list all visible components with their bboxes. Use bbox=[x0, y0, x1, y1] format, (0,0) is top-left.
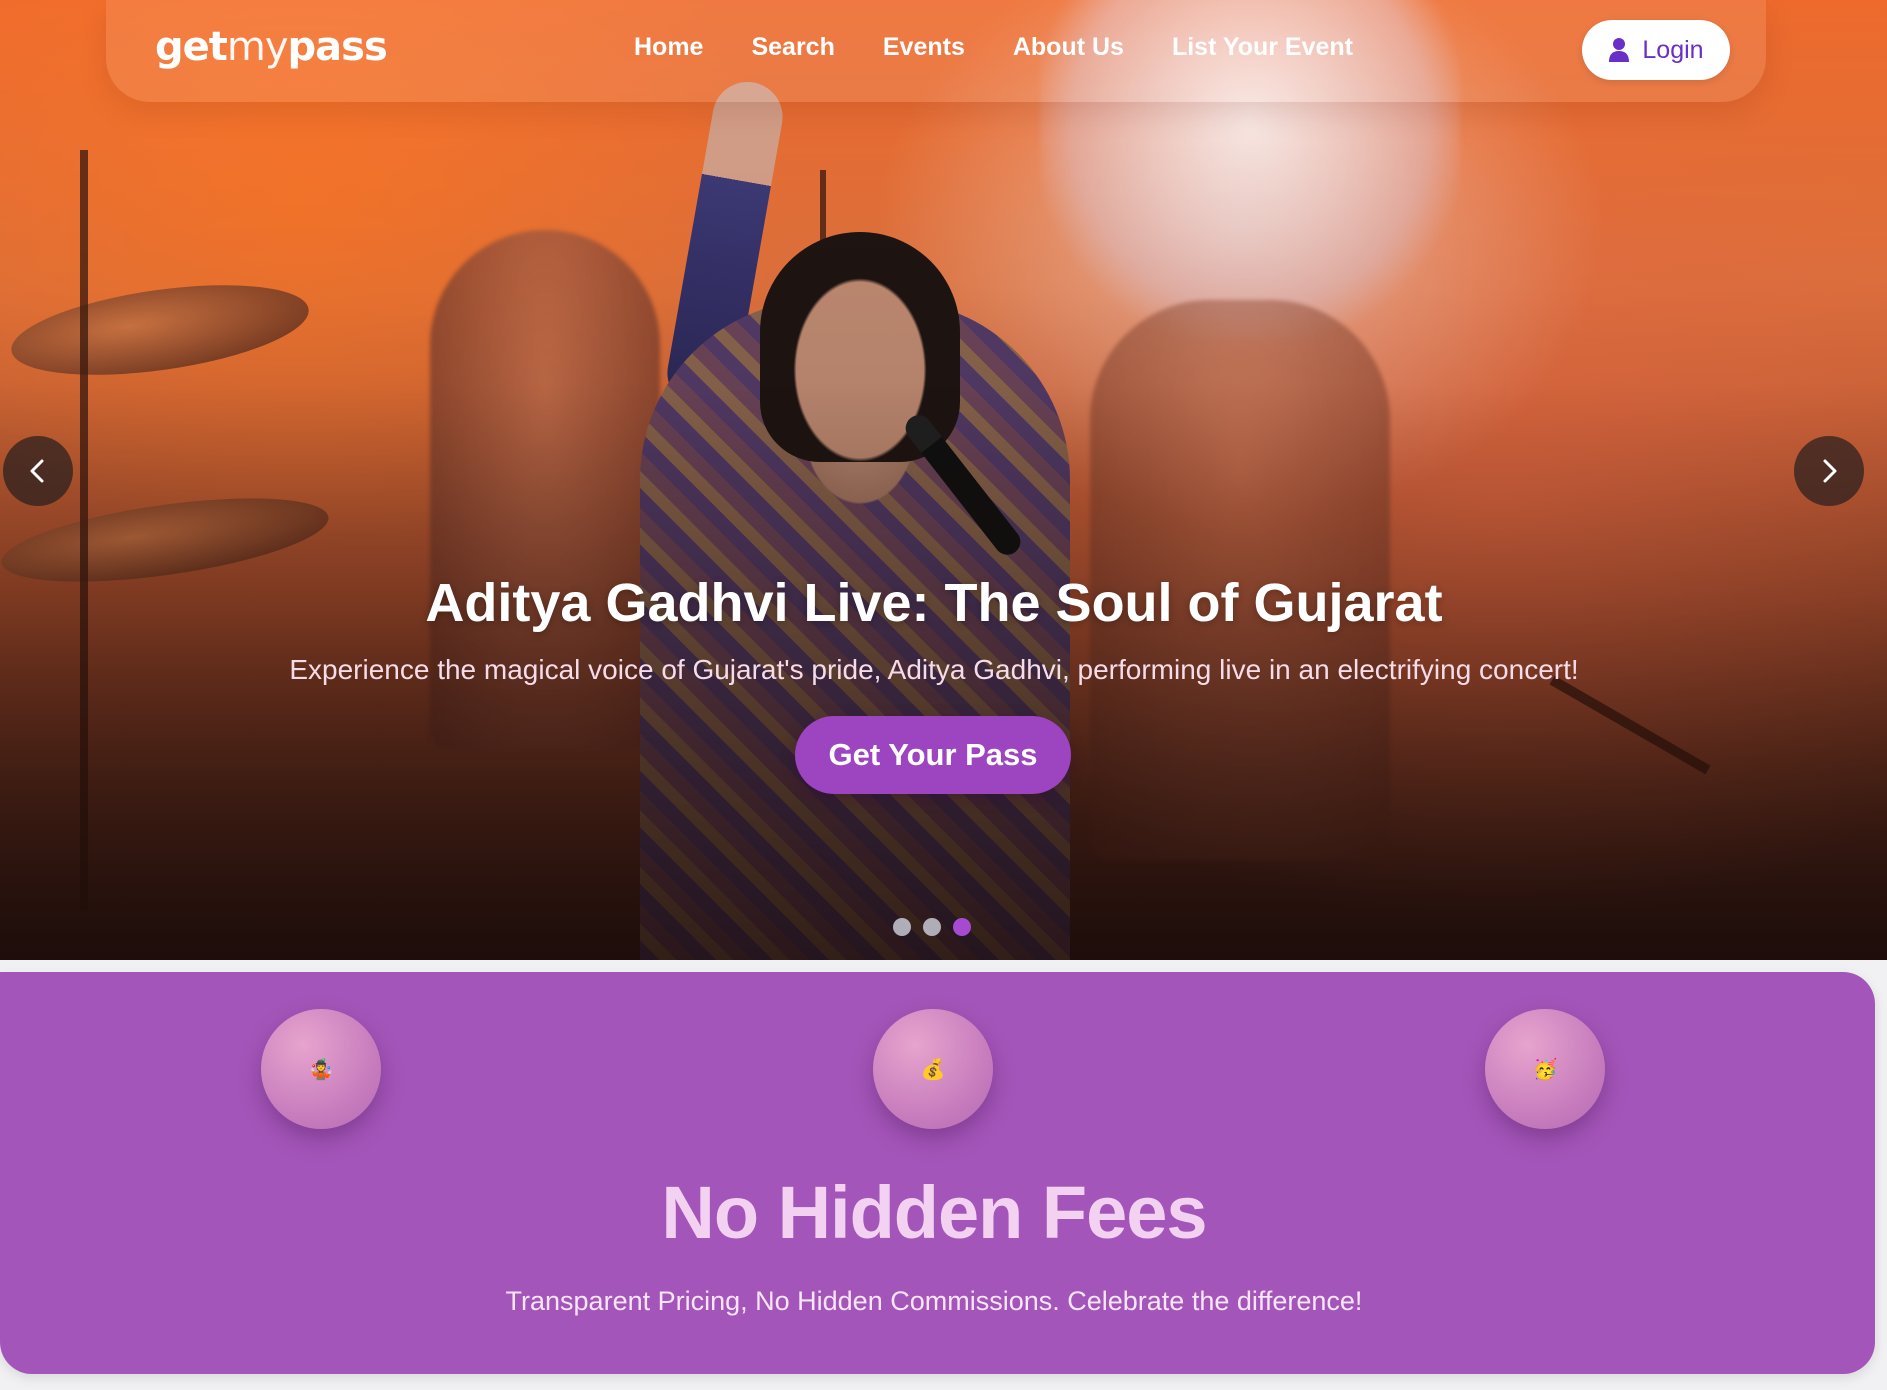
carousel-dot-1[interactable] bbox=[893, 918, 911, 936]
carousel-prev-button[interactable] bbox=[3, 436, 73, 506]
nav-link-about-us[interactable]: About Us bbox=[1013, 33, 1124, 62]
site-logo[interactable]: getmypass bbox=[155, 24, 388, 70]
main-nav: Home Search Events About Us List Your Ev… bbox=[634, 33, 1353, 62]
carousel-dot-3[interactable] bbox=[953, 918, 971, 936]
feature-title: No Hidden Fees bbox=[661, 1171, 1207, 1254]
money-bag-icon: 💰 bbox=[873, 1009, 993, 1129]
chevron-right-icon bbox=[1823, 459, 1837, 483]
juggling-icon: 🤹 bbox=[261, 1009, 381, 1129]
nav-link-home[interactable]: Home bbox=[634, 33, 703, 62]
user-icon bbox=[1609, 38, 1630, 62]
hero-title: Aditya Gadhvi Live: The Soul of Gujarat bbox=[425, 573, 1443, 633]
carousel-indicators bbox=[893, 918, 971, 936]
feature-banner: 🤹 💰 🥳 No Hidden Fees Transparent Pricing… bbox=[0, 972, 1875, 1374]
carousel-dot-2[interactable] bbox=[923, 918, 941, 936]
login-button[interactable]: Login bbox=[1582, 20, 1730, 80]
chevron-left-icon bbox=[30, 459, 44, 483]
feature-subtitle: Transparent Pricing, No Hidden Commissio… bbox=[505, 1286, 1363, 1316]
hero-carousel: getmypass Home Search Events About Us Li… bbox=[0, 0, 1887, 960]
party-face-icon: 🥳 bbox=[1485, 1009, 1605, 1129]
nav-link-events[interactable]: Events bbox=[883, 33, 965, 62]
get-your-pass-button[interactable]: Get Your Pass bbox=[795, 716, 1071, 794]
carousel-next-button[interactable] bbox=[1794, 436, 1864, 506]
login-label: Login bbox=[1642, 35, 1704, 64]
hero-subtitle: Experience the magical voice of Gujarat'… bbox=[289, 654, 1579, 685]
nav-link-list-your-event[interactable]: List Your Event bbox=[1172, 33, 1353, 62]
nav-link-search[interactable]: Search bbox=[751, 33, 834, 62]
